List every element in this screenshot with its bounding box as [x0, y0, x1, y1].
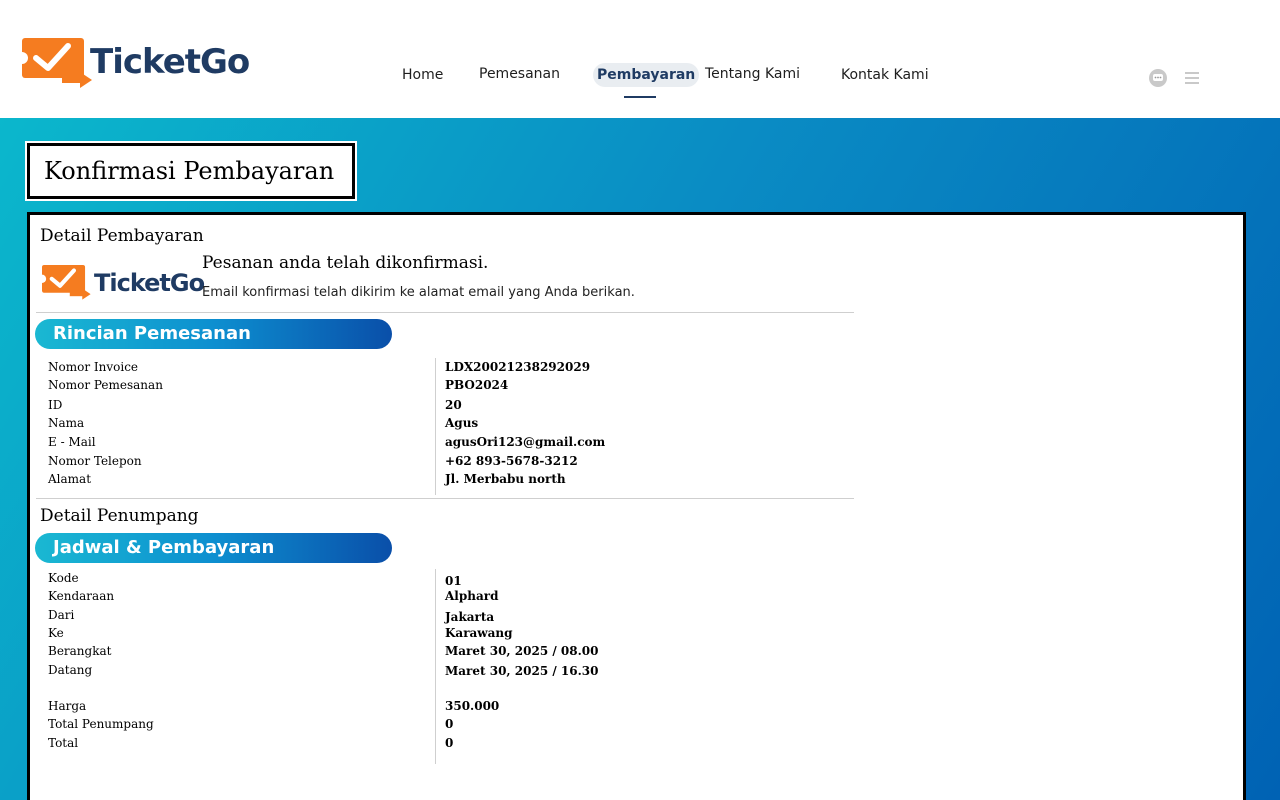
label-total: Total	[48, 736, 79, 750]
value-ke: Karawang	[445, 626, 513, 640]
nav-pemesanan[interactable]: Pemesanan	[479, 66, 560, 82]
label-datang: Datang	[48, 663, 93, 677]
nav-tentang-kami[interactable]: Tentang Kami	[705, 66, 800, 82]
label-nama: Nama	[48, 416, 85, 430]
brand-logo[interactable]: TicketGo	[16, 36, 250, 88]
value-kode: 01	[445, 574, 462, 588]
label-ke: Ke	[48, 626, 64, 640]
label-email: E - Mail	[48, 435, 96, 449]
nav-home[interactable]: Home	[402, 67, 443, 83]
label-id: ID	[48, 398, 63, 412]
value-berangkat: Maret 30, 2025 / 08.00	[445, 644, 599, 658]
value-total-penumpang: 0	[445, 717, 454, 731]
chat-icon[interactable]	[1148, 68, 1168, 88]
ticket-check-icon	[16, 36, 92, 88]
page-title-box: Konfirmasi Pembayaran	[25, 141, 357, 201]
label-nomor-pemesanan: Nomor Pemesanan	[48, 378, 163, 392]
label-nomor-telepon: Nomor Telepon	[48, 454, 142, 468]
page-title: Konfirmasi Pembayaran	[44, 157, 335, 185]
order-details-pill: Rincian Pemesanan	[35, 319, 392, 349]
menu-icon[interactable]	[1182, 68, 1202, 88]
confirmation-subtitle: Email konfirmasi telah dikirim ke alamat…	[202, 285, 635, 300]
card-brand-logo: TicketGo	[42, 263, 205, 303]
payment-heading: Detail Pembayaran	[40, 226, 204, 246]
passenger-heading: Detail Penumpang	[40, 506, 199, 526]
column-divider	[435, 569, 436, 764]
label-kode: Kode	[48, 571, 79, 585]
value-kendaraan: Alphard	[445, 589, 499, 603]
divider	[36, 498, 854, 499]
value-total: 0	[445, 736, 454, 750]
label-nomor-invoice: Nomor Invoice	[48, 360, 139, 374]
value-email: agusOri123@gmail.com	[445, 435, 606, 449]
value-alamat: Jl. Merbabu north	[445, 472, 566, 486]
confirmation-title: Pesanan anda telah dikonfirmasi.	[202, 253, 489, 273]
label-alamat: Alamat	[48, 472, 92, 486]
nav-kontak-kami[interactable]: Kontak Kami	[841, 67, 929, 83]
value-nomor-invoice: LDX20021238292029	[445, 360, 591, 374]
value-dari: Jakarta	[445, 610, 495, 624]
label-dari: Dari	[48, 608, 75, 622]
label-kendaraan: Kendaraan	[48, 589, 115, 603]
value-id: 20	[445, 398, 462, 412]
ticket-check-icon	[42, 264, 91, 300]
label-berangkat: Berangkat	[48, 644, 112, 658]
value-nomor-telepon: +62 893-5678-3212	[445, 454, 578, 468]
label-harga: Harga	[48, 699, 87, 713]
schedule-payment-pill: Jadwal & Pembayaran	[35, 533, 392, 563]
nav-pembayaran[interactable]: Pembayaran	[593, 63, 700, 87]
value-nomor-pemesanan: PBO2024	[445, 378, 509, 392]
payment-card: Detail Pembayaran TicketGo Pesanan anda …	[27, 212, 1246, 800]
brand-name: TicketGo	[90, 42, 250, 82]
value-harga: 350.000	[445, 699, 500, 713]
value-datang: Maret 30, 2025 / 16.30	[445, 664, 599, 678]
nav-active-indicator	[624, 96, 656, 98]
divider	[36, 312, 854, 313]
value-nama: Agus	[445, 416, 479, 430]
header: TicketGo Home Pemesanan Pembayaran Tenta…	[0, 0, 1280, 118]
column-divider	[435, 358, 436, 495]
card-brand-name: TicketGo	[94, 269, 205, 297]
label-total-penumpang: Total Penumpang	[48, 717, 154, 731]
